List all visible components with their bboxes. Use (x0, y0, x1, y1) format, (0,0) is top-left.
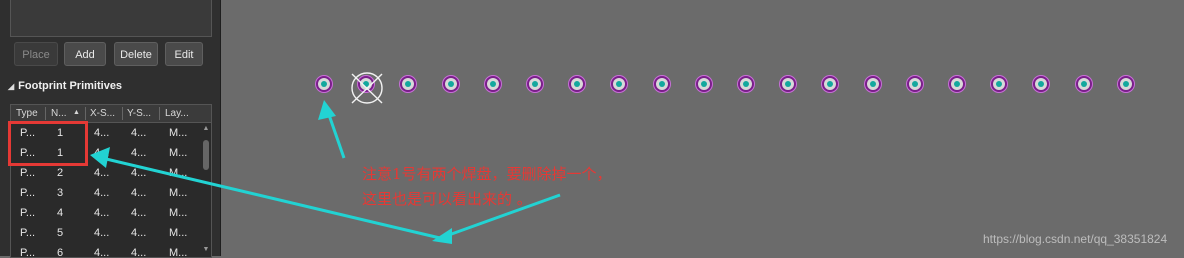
component-list-box[interactable] (10, 0, 212, 37)
pad[interactable] (779, 75, 797, 93)
cell-type: P... (20, 167, 36, 179)
cell-y-size: 4... (131, 127, 147, 139)
section-title: Footprint Primitives (18, 80, 123, 92)
pad[interactable] (990, 75, 1008, 93)
column-header-x-size[interactable]: X-S... (90, 108, 115, 119)
pad[interactable] (442, 75, 460, 93)
cell-layer: M... (169, 127, 188, 139)
column-header-y-size[interactable]: Y-S... (127, 108, 151, 119)
arrow-line-to-pad (326, 111, 346, 159)
cell-layer: M... (169, 147, 188, 159)
column-header-layer[interactable]: Lay... (165, 108, 189, 119)
sort-ascending-icon: ▲ (73, 109, 80, 116)
cell-y-size: 4... (131, 187, 147, 199)
place-button[interactable]: Place (14, 42, 58, 66)
cell-name: 5 (57, 227, 64, 239)
cell-name: 2 (57, 167, 64, 179)
scroll-down-arrow-icon[interactable]: ▼ (202, 246, 210, 253)
cell-layer: M... (169, 167, 188, 179)
pad[interactable] (1032, 75, 1050, 93)
pad[interactable] (610, 75, 628, 93)
pad[interactable] (864, 75, 882, 93)
cell-type: P... (20, 247, 36, 258)
scroll-up-arrow-icon[interactable]: ▲ (202, 125, 210, 132)
table-row[interactable]: P... 5 4... 4... M... (11, 224, 201, 243)
cell-name: 3 (57, 187, 64, 199)
pad[interactable] (315, 75, 333, 93)
column-divider (159, 107, 160, 120)
pad[interactable] (948, 75, 966, 93)
column-divider (85, 107, 86, 120)
column-header-type[interactable]: Type (16, 108, 38, 119)
cell-y-size: 4... (131, 167, 147, 179)
cell-y-size: 4... (131, 227, 147, 239)
cell-x-size: 4... (94, 147, 110, 159)
annotation-text-line-2: 这里也是可以看出来的 。 (362, 190, 532, 208)
edit-button[interactable]: Edit (165, 42, 203, 66)
table-row[interactable]: P... 3 4... 4... M... (11, 184, 201, 203)
delete-button[interactable]: Delete (114, 42, 158, 66)
cell-y-size: 4... (131, 207, 147, 219)
cell-layer: M... (169, 227, 188, 239)
arrowhead-icon (318, 100, 336, 120)
scroll-thumb[interactable] (203, 140, 209, 170)
column-header-name[interactable]: N... (51, 108, 67, 119)
arrowhead-icon (432, 228, 452, 244)
table-scrollbar[interactable]: ▲ ▼ (202, 123, 210, 255)
pad[interactable] (526, 75, 544, 93)
pad[interactable] (1075, 75, 1093, 93)
pad[interactable] (906, 75, 924, 93)
cell-layer: M... (169, 207, 188, 219)
collapse-triangle-icon[interactable]: ◢ (8, 82, 14, 91)
pad[interactable] (399, 75, 417, 93)
watermark-url: https://blog.csdn.net/qq_38351824 (983, 232, 1168, 246)
pad[interactable] (653, 75, 671, 93)
cell-y-size: 4... (131, 247, 147, 258)
cell-x-size: 4... (94, 227, 110, 239)
column-divider (122, 107, 123, 120)
pad[interactable] (737, 75, 755, 93)
table-row[interactable]: P... 2 4... 4... M... (11, 164, 201, 183)
cell-type: P... (20, 207, 36, 219)
pad[interactable] (484, 75, 502, 93)
pad[interactable] (695, 75, 713, 93)
cell-x-size: 4... (94, 167, 110, 179)
pad[interactable] (821, 75, 839, 93)
cell-layer: M... (169, 247, 188, 258)
annotation-text-line-1: 注意1号有两个焊盘，要删除掉一个， (362, 165, 612, 183)
pcb-library-panel: Place Add Delete Edit ◢ Footprint Primiti… (0, 0, 221, 258)
cell-type: P... (20, 227, 36, 239)
column-divider (45, 107, 46, 120)
cell-layer: M... (169, 187, 188, 199)
cell-type: P... (20, 187, 36, 199)
cell-x-size: 4... (94, 247, 110, 258)
pad[interactable] (1117, 75, 1135, 93)
section-header-footprint-primitives[interactable]: ◢ Footprint Primitives (8, 80, 122, 92)
pad[interactable] (568, 75, 586, 93)
overlap-marker-icon (351, 72, 383, 104)
cell-name: 6 (57, 247, 64, 258)
cell-x-size: 4... (94, 207, 110, 219)
duplicate-pad-highlight-box (8, 121, 88, 166)
table-row[interactable]: P... 4 4... 4... M... (11, 204, 201, 223)
cell-x-size: 4... (94, 187, 110, 199)
cell-y-size: 4... (131, 147, 147, 159)
cell-name: 4 (57, 207, 64, 219)
cell-x-size: 4... (94, 127, 110, 139)
add-button[interactable]: Add (64, 42, 106, 66)
